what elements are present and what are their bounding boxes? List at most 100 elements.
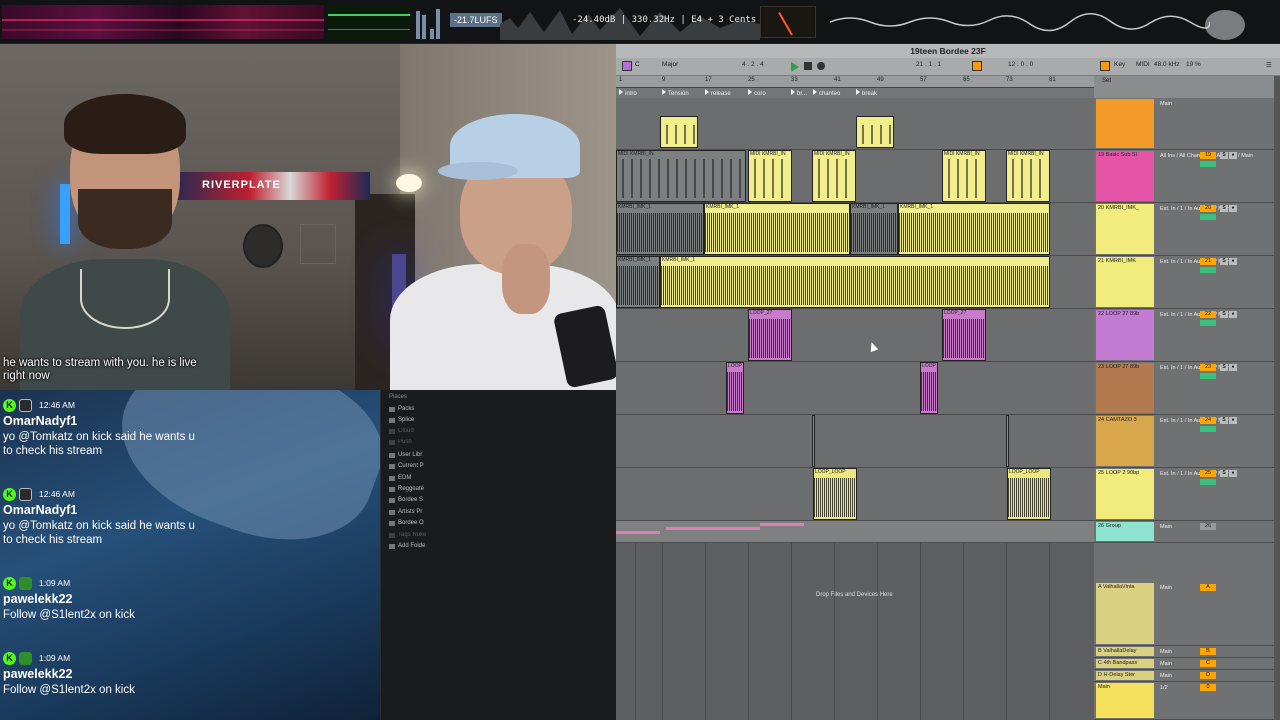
chat-username[interactable]: pawelekk22: [3, 667, 203, 681]
track-name[interactable]: 22 LOOP 27 89b: [1098, 311, 1139, 317]
track-header[interactable]: 19 Basic Sub Sl All Ins / All Channe / I…: [1094, 150, 1280, 203]
track-lane[interactable]: [616, 415, 1094, 468]
group-lane[interactable]: [616, 521, 1094, 543]
return-track[interactable]: D H-Delay Ster Main D: [1094, 670, 1280, 682]
audio-clip[interactable]: KMRBI_IMK_1: [850, 203, 898, 255]
locator[interactable]: intro: [619, 89, 637, 97]
arm-button[interactable]: ●: [1229, 152, 1237, 159]
audio-clip[interactable]: LOOP: [726, 362, 744, 414]
track-name[interactable]: C 4th Bandpass: [1098, 660, 1137, 666]
browser-item[interactable]: Push: [389, 439, 412, 445]
chat-username[interactable]: pawelekk22: [3, 592, 203, 606]
volume-slider[interactable]: [1200, 373, 1216, 379]
locator[interactable]: release: [705, 89, 731, 97]
scale-select[interactable]: Major: [662, 61, 678, 68]
locator[interactable]: Tensión: [662, 89, 689, 97]
browser-item[interactable]: Current P: [389, 463, 424, 469]
audio-clip[interactable]: KMRBI_IMK_1: [616, 256, 660, 308]
midi-clip[interactable]: [660, 116, 698, 148]
volume-slider[interactable]: [1200, 267, 1216, 273]
audio-clip[interactable]: LOOP_LOOP: [1007, 468, 1051, 520]
track-header[interactable]: 20 KMRBI_IMK_ Ext. In / 1 / In Auto Off …: [1094, 203, 1280, 256]
track-name[interactable]: 19 Basic Sub Sl: [1098, 152, 1137, 158]
audio-clip[interactable]: KMRBI_IMK_1: [660, 256, 1050, 308]
solo-button[interactable]: S: [1220, 470, 1228, 477]
volume-slider[interactable]: [1200, 161, 1216, 167]
track-name[interactable]: 23 LOOP 27 89b: [1098, 364, 1139, 370]
midi-clip[interactable]: MIDI KMRBI_IN: [812, 150, 856, 202]
arrangement-view[interactable]: 1 9 17 25 33 41 49 57 65 73 81 intro Ten…: [616, 76, 1094, 720]
midi-clip[interactable]: MIDI KMRBI_IN: [1006, 150, 1050, 202]
track-name[interactable]: 26 Group: [1098, 523, 1121, 529]
browser-item[interactable]: Bordee O: [389, 520, 424, 526]
audio-clip[interactable]: [812, 415, 815, 467]
midi-clip[interactable]: [856, 116, 894, 148]
track-header[interactable]: 25 LOOP 2 90bp Ext. In / 1 / In Auto Off…: [1094, 468, 1280, 521]
track-name[interactable]: 21 KMRBI_IMK: [1098, 258, 1136, 264]
track-header[interactable]: 22 LOOP 27 89b Ext. In / 1 / In Auto Off…: [1094, 309, 1280, 362]
record-icon[interactable]: [817, 62, 825, 70]
audio-clip[interactable]: KMRBI_IMK_1: [898, 203, 1050, 255]
track-header[interactable]: 26 Group Main 26: [1094, 521, 1280, 543]
track-name[interactable]: 20 KMRBI_IMK_: [1098, 205, 1139, 211]
audio-clip[interactable]: [1006, 415, 1009, 467]
timeline-ruler[interactable]: 1 9 17 25 33 41 49 57 65 73 81: [616, 76, 1094, 88]
midi-map-label[interactable]: MIDI: [1136, 61, 1150, 68]
browser-item[interactable]: EDM: [389, 475, 411, 481]
track-header[interactable]: 21 KMRBI_IMK Ext. In / 1 / In Auto Off /…: [1094, 256, 1280, 309]
track-name[interactable]: B ValhallaDelay: [1098, 648, 1136, 654]
browser-item[interactable]: Reggeaté: [389, 486, 424, 492]
arm-button[interactable]: ●: [1229, 470, 1237, 477]
browser-item[interactable]: Tags Nuke: [389, 532, 426, 538]
arm-button[interactable]: ●: [1229, 364, 1237, 371]
midi-clip[interactable]: MIDI KMRBI_IN: [748, 150, 792, 202]
solo-button[interactable]: S: [1220, 152, 1228, 159]
track-name[interactable]: Main: [1098, 684, 1110, 690]
arm-button[interactable]: ●: [1229, 205, 1237, 212]
audio-clip[interactable]: LOOP: [920, 362, 938, 414]
volume-slider[interactable]: [1200, 214, 1216, 220]
locator[interactable]: chanteo: [813, 89, 840, 97]
play-icon[interactable]: [791, 62, 799, 72]
song-position[interactable]: 4 . 2 . 4: [742, 61, 764, 68]
solo-button[interactable]: S: [1220, 258, 1228, 265]
solo-button[interactable]: S: [1220, 311, 1228, 318]
audio-clip[interactable]: LOOP_27: [748, 309, 792, 361]
loop-length[interactable]: 12 . 0 . 0: [1008, 61, 1033, 68]
audio-clip[interactable]: KMRBI_IMK_1: [704, 203, 850, 255]
locator-lane[interactable]: intro Tensión release coro br... chanteo…: [616, 88, 1094, 98]
midi-clip[interactable]: MIDI KMRBI_IN: [942, 150, 986, 202]
midi-clip[interactable]: MIDI KMRBI_IN: [616, 150, 746, 202]
add-folder-button[interactable]: Add Folde: [389, 543, 425, 549]
track-name[interactable]: A ValhallaVinta: [1098, 584, 1135, 590]
browser-item[interactable]: Artists Pr: [389, 509, 422, 515]
track-name[interactable]: 24 CAMTAZO 3: [1098, 417, 1137, 423]
scrollbar[interactable]: [1274, 76, 1280, 720]
volume-slider[interactable]: [1200, 479, 1216, 485]
arm-button[interactable]: ●: [1229, 417, 1237, 424]
solo-button[interactable]: S: [1220, 205, 1228, 212]
locator[interactable]: break: [856, 89, 877, 97]
chat-username[interactable]: OmarNadyf1: [3, 414, 203, 428]
browser-item[interactable]: Cloud: [389, 428, 414, 434]
drop-zone[interactable]: Drop Files and Devices Here: [816, 592, 893, 598]
browser-item[interactable]: Packs: [389, 406, 414, 412]
track-lane[interactable]: [616, 309, 1094, 362]
browser-item[interactable]: User Libr: [389, 452, 422, 458]
loop-toggle[interactable]: [972, 61, 982, 71]
loop-start[interactable]: 21 . 1 . 1: [916, 61, 941, 68]
volume-slider[interactable]: [1200, 320, 1216, 326]
locator[interactable]: br...: [791, 89, 807, 97]
track-name[interactable]: 25 LOOP 2 90bp: [1098, 470, 1139, 476]
audio-clip[interactable]: KMRBI_IMK_1: [616, 203, 704, 255]
solo-button[interactable]: S: [1220, 417, 1228, 424]
chat-username[interactable]: OmarNadyf1: [3, 503, 203, 517]
audio-clip[interactable]: LOOP_27: [942, 309, 986, 361]
track-lane[interactable]: [616, 362, 1094, 415]
key-select[interactable]: C: [635, 61, 640, 68]
track-header[interactable]: 23 LOOP 27 89b Ext. In / 1 / In Auto Off…: [1094, 362, 1280, 415]
arm-button[interactable]: ●: [1229, 258, 1237, 265]
track-name[interactable]: D H-Delay Ster: [1098, 672, 1135, 678]
return-track[interactable]: B ValhallaDelay Main B: [1094, 646, 1280, 658]
track-header[interactable]: 24 CAMTAZO 3 Ext. In / 1 / In Auto Off /…: [1094, 415, 1280, 468]
